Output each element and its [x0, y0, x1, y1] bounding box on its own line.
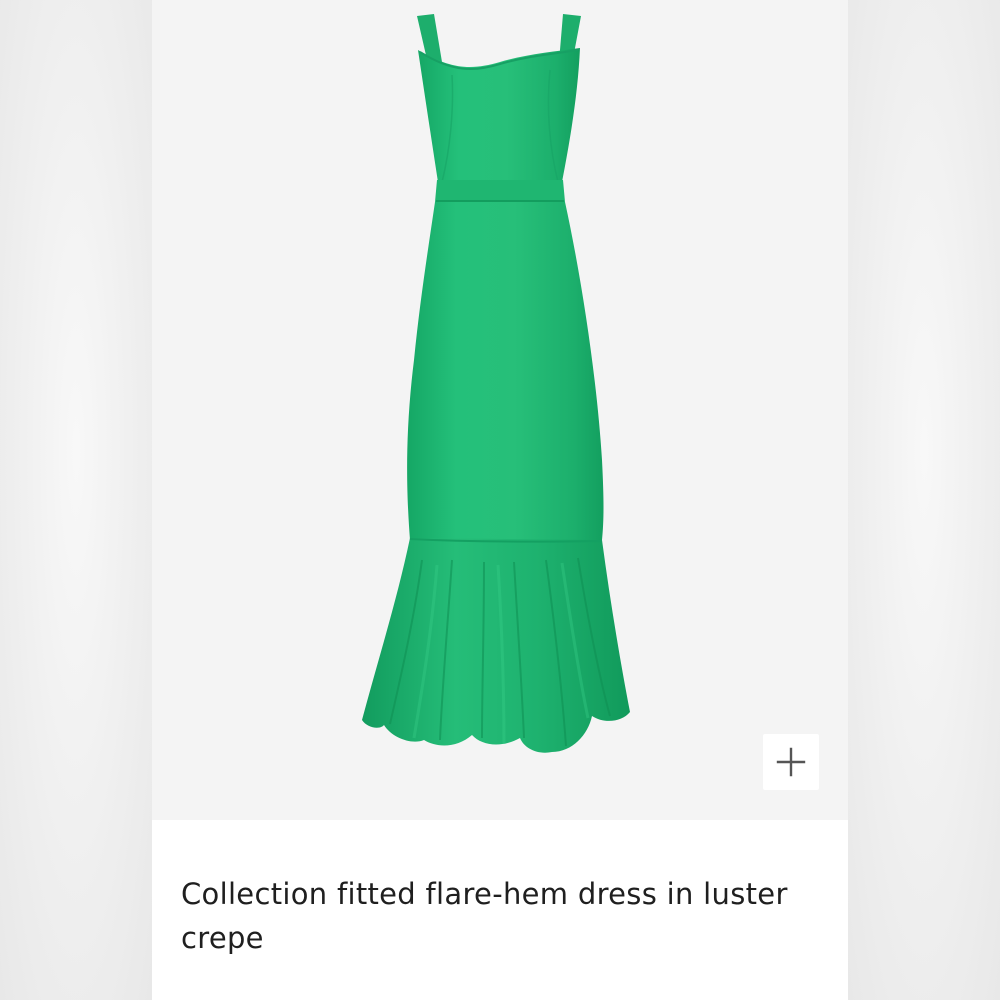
dress-bodice — [418, 48, 580, 182]
dress-image — [362, 14, 630, 753]
left-background — [0, 0, 152, 1000]
product-title[interactable]: Collection fitted flare-hem dress in lus… — [181, 872, 831, 960]
dress-skirt — [407, 202, 604, 540]
product-image-area — [152, 0, 848, 820]
dress-waistband — [435, 180, 565, 202]
plus-icon — [776, 747, 806, 777]
product-screen: Collection fitted flare-hem dress in lus… — [0, 0, 1000, 1000]
product-card[interactable]: Collection fitted flare-hem dress in lus… — [152, 0, 848, 1000]
add-button[interactable] — [763, 734, 819, 790]
dress-hem — [362, 538, 630, 753]
right-background — [848, 0, 1000, 1000]
